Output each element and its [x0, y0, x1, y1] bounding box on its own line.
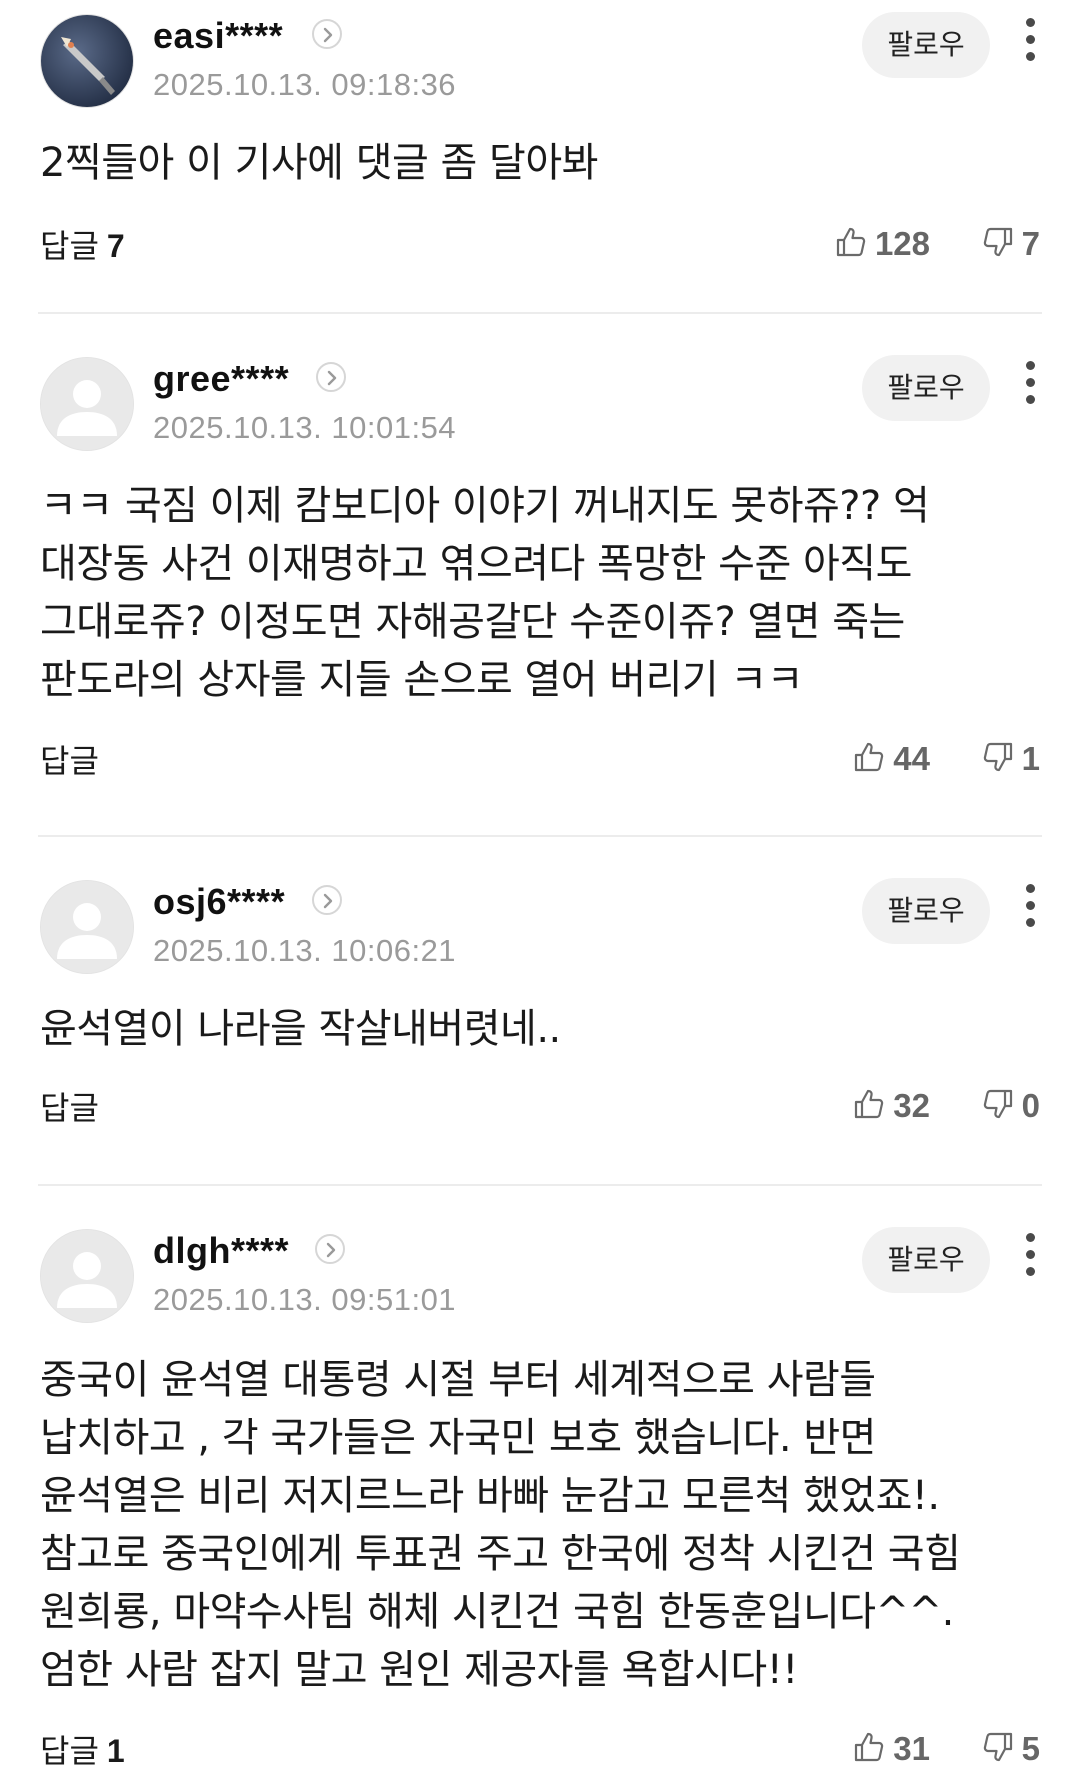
comment-text: ㅋㅋ 국짐 이제 캄보디아 이야기 꺼내지도 못하쥬?? 억 대장동 사건 이재… [40, 483, 930, 703]
reply-label: 답글 [40, 1732, 99, 1770]
reply-count: 1 [106, 1733, 125, 1769]
dislike-button[interactable]: 1 [982, 737, 1040, 781]
comment-text: 중국이 윤석열 대통령 시절 부터 세계적으로 사람들 납치하고 , 각 국가들… [40, 1357, 961, 1693]
nickname[interactable]: osj6**** [153, 880, 285, 924]
thumbs-down-icon [982, 1731, 1014, 1767]
comment-footer: 답글 7 128 7 [40, 220, 1040, 284]
more-options-icon[interactable] [1020, 884, 1040, 932]
comment-item: dlgh**** 2025.10.13. 09:51:01 팔로우 중국이 윤석… [0, 1227, 1080, 1789]
nickname[interactable]: gree**** [153, 357, 289, 401]
like-count: 31 [893, 1730, 930, 1767]
comment-item: osj6**** 2025.10.13. 10:06:21 팔로우 윤석열이 나… [0, 878, 1080, 1146]
comment-list: easi**** 2025.10.13. 09:18:36 팔로우 2찍들아 이… [0, 0, 1080, 1786]
thumbs-up-icon [835, 226, 867, 262]
chevron-right-icon[interactable] [312, 885, 342, 915]
comment-divider [38, 1184, 1042, 1186]
thumbs-down-icon [982, 741, 1014, 777]
reply-label: 답글 [40, 1089, 99, 1127]
thumbs-down-icon [982, 226, 1014, 262]
thumbs-up-icon [853, 741, 885, 777]
reply-button[interactable]: 답글 [40, 741, 107, 781]
dislike-count: 7 [1021, 225, 1040, 262]
thumbs-up-icon [853, 1088, 885, 1124]
comment-date: 2025.10.13. 10:06:21 [153, 933, 457, 968]
chevron-right-icon[interactable] [312, 19, 342, 49]
comment-footer: 답글 1 31 5 [40, 1725, 1040, 1789]
comment-header: osj6**** 2025.10.13. 10:06:21 팔로우 [40, 878, 1040, 980]
comment-header: gree**** 2025.10.13. 10:01:54 팔로우 [40, 355, 1040, 457]
follow-button[interactable]: 팔로우 [862, 355, 990, 421]
comment-date: 2025.10.13. 09:18:36 [153, 67, 457, 102]
like-button[interactable]: 44 [853, 737, 930, 781]
comment-date: 2025.10.13. 09:51:01 [153, 1282, 457, 1317]
like-count: 32 [893, 1087, 930, 1124]
avatar[interactable] [40, 357, 134, 451]
reply-label: 답글 [40, 742, 99, 780]
nickname[interactable]: dlgh**** [153, 1229, 289, 1273]
dislike-count: 5 [1021, 1730, 1040, 1767]
follow-button[interactable]: 팔로우 [862, 12, 990, 78]
chevron-right-icon[interactable] [315, 1234, 345, 1264]
comment-text: 윤석열이 나라을 작살내버렷네.. [40, 1006, 561, 1052]
more-options-icon[interactable] [1020, 361, 1040, 409]
like-button[interactable]: 32 [853, 1084, 930, 1128]
reply-label: 답글 [40, 227, 99, 265]
dislike-button[interactable]: 0 [982, 1084, 1040, 1128]
comment-divider [38, 835, 1042, 837]
more-options-icon[interactable] [1020, 18, 1040, 66]
comment-text: 2찍들아 이 기사에 댓글 좀 달아봐 [40, 140, 598, 186]
like-button[interactable]: 31 [853, 1727, 930, 1771]
dislike-count: 0 [1021, 1087, 1040, 1124]
reply-button[interactable]: 답글 1 [40, 1731, 125, 1771]
reply-button[interactable]: 답글 [40, 1088, 107, 1128]
comment-item: easi**** 2025.10.13. 09:18:36 팔로우 2찍들아 이… [0, 12, 1080, 284]
like-count: 44 [893, 740, 930, 777]
comment-footer: 답글 44 1 [40, 735, 1040, 799]
comment-item: gree**** 2025.10.13. 10:01:54 팔로우 ㅋㅋ 국짐 … [0, 355, 1080, 799]
comment-header: dlgh**** 2025.10.13. 09:51:01 팔로우 [40, 1227, 1040, 1329]
follow-button[interactable]: 팔로우 [862, 1227, 990, 1293]
comment-divider [38, 312, 1042, 314]
comment-date: 2025.10.13. 10:01:54 [153, 410, 457, 445]
thumbs-up-icon [853, 1731, 885, 1767]
comment-header: easi**** 2025.10.13. 09:18:36 팔로우 [40, 12, 1040, 114]
avatar[interactable] [40, 880, 134, 974]
more-options-icon[interactable] [1020, 1233, 1040, 1281]
reply-count: 7 [106, 228, 125, 264]
avatar[interactable] [40, 1229, 134, 1323]
dislike-button[interactable]: 5 [982, 1727, 1040, 1771]
comment-footer: 답글 32 0 [40, 1082, 1040, 1146]
chevron-right-icon[interactable] [316, 362, 346, 392]
follow-button[interactable]: 팔로우 [862, 878, 990, 944]
reply-button[interactable]: 답글 7 [40, 226, 125, 266]
dislike-count: 1 [1021, 740, 1040, 777]
like-button[interactable]: 128 [835, 222, 930, 266]
dislike-button[interactable]: 7 [982, 222, 1040, 266]
nickname[interactable]: easi**** [153, 14, 283, 58]
thumbs-down-icon [982, 1088, 1014, 1124]
like-count: 128 [874, 225, 930, 262]
avatar[interactable] [40, 14, 134, 108]
